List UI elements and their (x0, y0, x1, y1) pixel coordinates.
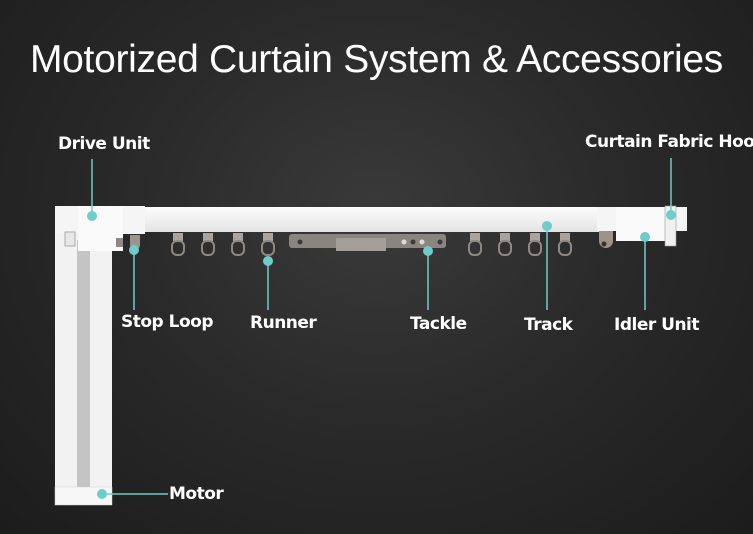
idler-unit-marker (640, 232, 650, 242)
motor-body (54, 208, 113, 506)
track-bar (140, 207, 600, 232)
curtain-system-diagram (54, 158, 687, 506)
label-stop-loop: Stop Loop (121, 312, 214, 332)
label-track: Track (524, 315, 573, 335)
motor-marker (97, 489, 107, 499)
label-tackle: Tackle (410, 314, 467, 334)
runner-marker (263, 256, 273, 266)
label-runner: Runner (250, 313, 317, 333)
track-marker (542, 221, 552, 231)
stop-loop-marker (129, 245, 139, 255)
drive-unit-marker (87, 211, 97, 221)
label-motor: Motor (169, 484, 224, 504)
tackle-part (289, 234, 446, 251)
curtain-fabric-hook-marker (666, 210, 676, 220)
label-curtain-fabric-hook: Curtain Fabric Hook (585, 132, 753, 152)
tackle-marker (423, 246, 433, 256)
label-drive-unit: Drive Unit (58, 134, 150, 154)
label-idler-unit: Idler Unit (614, 315, 700, 335)
